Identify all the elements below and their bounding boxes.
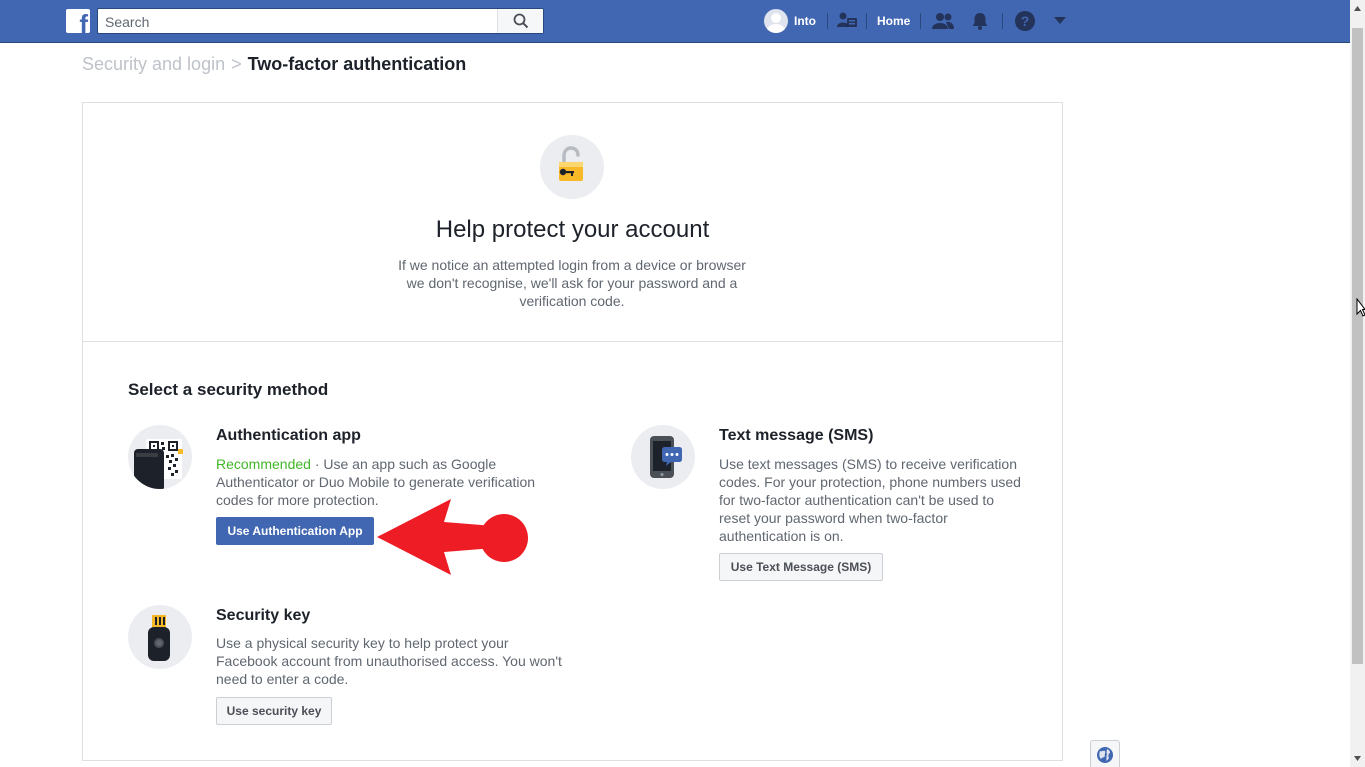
- breadcrumb-separator: >: [231, 54, 242, 74]
- language-button[interactable]: [1090, 740, 1120, 767]
- account-menu-button[interactable]: [1054, 0, 1066, 42]
- security-key-title: Security key: [216, 607, 311, 624]
- red-pointer-arrow: [377, 499, 528, 575]
- search-input[interactable]: [105, 13, 495, 31]
- facebook-logo-icon[interactable]: f: [66, 9, 90, 33]
- logo-letter: f: [79, 9, 88, 33]
- use-security-key-button[interactable]: Use security key: [216, 697, 332, 725]
- phone-sms-icon: [631, 425, 695, 489]
- qr-code-phone-icon: [128, 425, 192, 489]
- nav-divider: [866, 13, 867, 29]
- hero-section: Help protect your account If we notice a…: [83, 103, 1062, 342]
- nav-divider: [920, 13, 921, 29]
- sms-title: Text message (SMS): [719, 427, 874, 444]
- two-factor-card: Help protect your account If we notice a…: [82, 102, 1063, 761]
- breadcrumb-parent-link[interactable]: Security and login: [82, 54, 225, 74]
- find-friends-icon: [837, 12, 857, 27]
- security-key-description: Use a physical security key to help prot…: [216, 635, 562, 687]
- home-label: Home: [877, 14, 911, 28]
- notifications-button[interactable]: [970, 0, 990, 42]
- search-button[interactable]: [497, 9, 543, 33]
- scrollbar-thumb[interactable]: [1352, 28, 1363, 664]
- home-link[interactable]: Home: [877, 0, 910, 42]
- top-navigation-bar: f Into Home: [0, 0, 1350, 43]
- usb-security-key-icon: [128, 605, 192, 669]
- hero-description: If we notice an attempted login from a d…: [398, 257, 746, 309]
- search-icon: [513, 13, 528, 29]
- hero-title: Help protect your account: [435, 216, 710, 243]
- lock-key-icon: [540, 135, 604, 199]
- help-button[interactable]: ?: [1014, 0, 1036, 42]
- scroll-down-arrow-icon[interactable]: [1350, 750, 1365, 767]
- globe-icon: [1097, 747, 1113, 763]
- nav-divider: [1002, 13, 1003, 29]
- recommended-badge: Recommended: [216, 456, 311, 472]
- auth-app-title: Authentication app: [216, 427, 361, 444]
- profile-link[interactable]: Into: [764, 0, 816, 42]
- profile-name: Into: [794, 14, 816, 28]
- sms-description: Use text messages (SMS) to receive verif…: [719, 456, 1021, 544]
- page-title: Two-factor authentication: [247, 54, 467, 74]
- search-box: [97, 8, 544, 34]
- avatar: [764, 9, 788, 33]
- bell-icon: [972, 13, 988, 30]
- find-friends-button[interactable]: [836, 0, 858, 42]
- friend-requests-button[interactable]: [932, 0, 954, 42]
- friend-requests-icon: [932, 13, 954, 29]
- svg-text:?: ?: [1021, 13, 1030, 29]
- use-authentication-app-button[interactable]: Use Authentication App: [216, 517, 374, 545]
- section-title: Select a security method: [128, 380, 329, 399]
- page-scrollbar[interactable]: [1350, 0, 1365, 767]
- help-icon: ?: [1015, 11, 1035, 31]
- nav-divider: [827, 13, 828, 29]
- mouse-cursor-icon: [1356, 298, 1365, 317]
- use-text-message-button[interactable]: Use Text Message (SMS): [719, 553, 883, 581]
- scroll-up-arrow-icon[interactable]: [1350, 0, 1365, 17]
- breadcrumb: Security and login > Two-factor authentica…: [82, 54, 466, 75]
- chevron-down-icon: [1054, 17, 1066, 24]
